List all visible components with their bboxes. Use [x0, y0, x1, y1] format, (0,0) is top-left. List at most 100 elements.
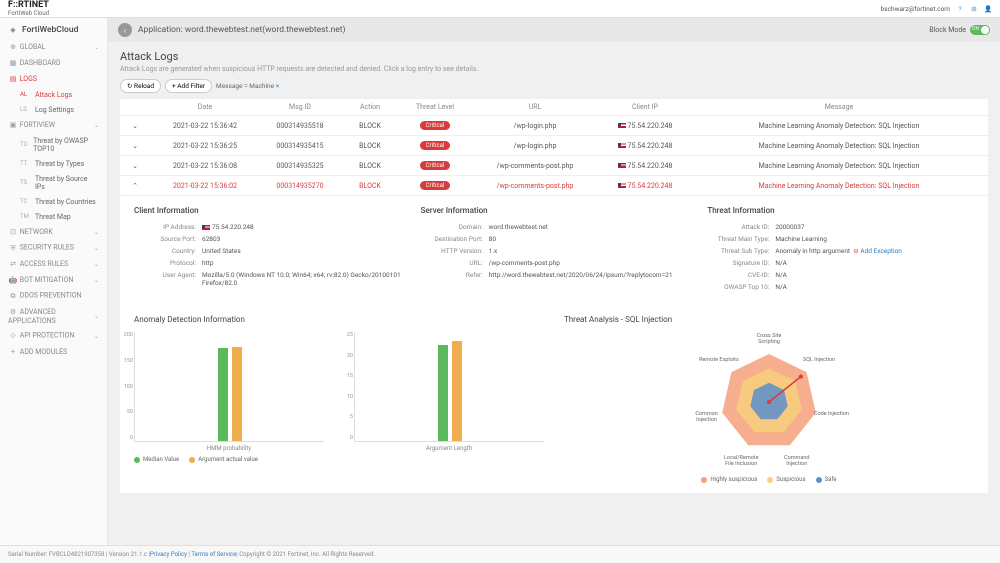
server-info-title: Server Information — [421, 206, 688, 215]
shield-icon: ⛨ — [8, 243, 18, 253]
server-info: Server Information Domain:word.thewebtes… — [421, 206, 688, 295]
col-header-url[interactable]: URL — [470, 103, 600, 111]
flag-us-icon — [618, 163, 626, 168]
sidebar-group-fortiview[interactable]: ▣ FORTIVIEW⌄ — [0, 117, 107, 133]
client-info-title: Client Information — [134, 206, 401, 215]
col-header-date[interactable]: Date — [150, 103, 260, 111]
access-icon: ⇄ — [8, 259, 18, 269]
sidebar-item-owasp[interactable]: TOThreat by OWASP TOP10 — [0, 133, 107, 156]
chevron-down-icon: ⌄ — [94, 313, 99, 320]
flag-us-icon — [618, 143, 626, 148]
ddos-icon: ⧉ — [8, 291, 18, 301]
page-description: Attack Logs are generated when suspiciou… — [120, 65, 988, 73]
chevron-down-icon: ⌄ — [94, 245, 99, 252]
block-mode: Block Mode ON — [929, 25, 990, 35]
footer: Serial Number: FVBCLD4821907358 | Versio… — [0, 545, 1000, 563]
back-button[interactable]: ‹ — [118, 23, 132, 37]
col-header-threat[interactable]: Threat Level — [400, 103, 470, 111]
logo: F::RTINET — [8, 0, 49, 10]
block-mode-label: Block Mode — [929, 26, 966, 34]
sidebar-group-access[interactable]: ⇄ ACCESS RULES⌄ — [0, 256, 107, 272]
sidebar-item-log-settings[interactable]: LSLog Settings — [0, 102, 107, 117]
advanced-icon: ⚙ — [8, 307, 18, 317]
api-icon: ⟐ — [8, 331, 18, 341]
sidebar-item-attack-logs[interactable]: ALAttack Logs — [0, 87, 107, 102]
app-icon: ◆ — [8, 25, 18, 35]
privacy-link[interactable]: Privacy Policy — [150, 551, 187, 558]
threat-analysis-title: Threat Analysis - SQL Injection — [564, 315, 974, 324]
sidebar-group-api[interactable]: ⟐ API PROTECTION⌄ — [0, 328, 107, 344]
logo-subtitle: FortiWeb Cloud — [8, 10, 49, 17]
sidebar-group-logs[interactable]: ▤ LOGS — [0, 71, 107, 87]
reload-button[interactable]: ↻ Reload — [120, 79, 161, 93]
log-row[interactable]: ⌄ 2021-03-22 15:36:25 000314935415 BLOCK… — [120, 135, 988, 155]
app-bar: ‹ Application: word.thewebtest.net(word.… — [108, 18, 1000, 42]
sidebar-item-map[interactable]: TMThreat Map — [0, 209, 107, 224]
user-icon[interactable]: 👤 — [984, 5, 992, 13]
threat-analysis-chart: Threat Analysis - SQL Injection Cross Si… — [564, 315, 974, 483]
content: ‹ Application: word.thewebtest.net(word.… — [108, 18, 1000, 545]
globe-icon: ⊕ — [8, 42, 18, 52]
anomaly-chart: Anomaly Detection Information 2001501005… — [134, 315, 544, 483]
logo-block: F::RTINET FortiWeb Cloud — [8, 0, 49, 17]
sidebar-item-types[interactable]: TTThreat by Types — [0, 156, 107, 171]
client-info: Client Information IP Address:75.54.220.… — [134, 206, 401, 295]
chevron-down-icon: ⌄ — [132, 142, 138, 150]
anomaly-title: Anomaly Detection Information — [134, 315, 544, 324]
sidebar-group-global[interactable]: ⊕ GLOBAL⌄ — [0, 39, 107, 55]
threat-info: Threat Information Attack ID:20000037 Th… — [707, 206, 974, 295]
chevron-down-icon: ⌄ — [94, 261, 99, 268]
chevron-up-icon: ⌃ — [132, 182, 138, 190]
filter-tag: Message = Machine × — [216, 82, 279, 90]
col-header-ip[interactable]: Client IP — [600, 103, 690, 111]
sidebar-group-add[interactable]: + ADD MODULES — [0, 344, 107, 360]
chevron-down-icon: ⌄ — [132, 162, 138, 170]
plus-icon: + — [8, 347, 18, 357]
sidebar-group-network[interactable]: ⊡ NETWORK⌄ — [0, 224, 107, 240]
log-row[interactable]: ⌄ 2021-03-22 15:36:08 000314935325 BLOCK… — [120, 155, 988, 175]
add-filter-button[interactable]: + Add Filter — [165, 79, 212, 93]
fortiview-icon: ▣ — [8, 120, 18, 130]
chevron-down-icon: ⌄ — [94, 333, 99, 340]
terms-link[interactable]: Terms of Service — [191, 551, 236, 558]
charts-panel: Anomaly Detection Information 2001501005… — [120, 305, 988, 493]
chevron-down-icon: ⌄ — [94, 44, 99, 51]
sidebar-title[interactable]: ◆FortiWebCloud — [0, 21, 107, 39]
chevron-down-icon: ⌄ — [132, 122, 138, 130]
sidebar-group-ddos[interactable]: ⧉ DDOS PREVENTION — [0, 288, 107, 304]
sidebar-group-advanced[interactable]: ⚙ ADVANCED APPLICATIONS⌄ — [0, 304, 107, 328]
sidebar-item-countries[interactable]: TCThreat by Countries — [0, 194, 107, 209]
sidebar-group-security[interactable]: ⛨ SECURITY RULES⌄ — [0, 240, 107, 256]
add-exception-link[interactable]: Add Exception — [860, 247, 902, 255]
chevron-down-icon: ⌄ — [94, 122, 99, 129]
sidebar-group-dashboard[interactable]: ▦ DASHBOARD — [0, 55, 107, 71]
help-icon[interactable]: ? — [956, 5, 964, 13]
network-icon: ⊡ — [8, 227, 18, 237]
logs-icon: ▤ — [8, 74, 18, 84]
grid-icon[interactable]: ⊞ — [970, 5, 978, 13]
flag-us-icon — [618, 123, 626, 128]
flag-us-icon — [618, 183, 626, 188]
log-row[interactable]: ⌃ 2021-03-22 15:36:02 000314935270 BLOCK… — [120, 175, 988, 195]
log-header: Date Msg ID Action Threat Level URL Clie… — [120, 99, 988, 115]
remove-filter-icon[interactable]: × — [276, 82, 279, 90]
threat-info-title: Threat Information — [707, 206, 974, 215]
top-header: F::RTINET FortiWeb Cloud bschwarz@fortin… — [0, 0, 1000, 18]
chevron-down-icon: ⌄ — [94, 229, 99, 236]
flag-us-icon — [202, 225, 210, 230]
sidebar-item-sourceip[interactable]: TSThreat by Source IPs — [0, 171, 107, 194]
sidebar: ◆FortiWebCloud ⊕ GLOBAL⌄ ▦ DASHBOARD ▤ L… — [0, 18, 108, 545]
col-header-msg[interactable]: Message — [690, 103, 988, 111]
log-table: Date Msg ID Action Threat Level URL Clie… — [120, 99, 988, 195]
log-row[interactable]: ⌄ 2021-03-22 15:36:42 000314935518 BLOCK… — [120, 115, 988, 135]
chevron-down-icon: ⌄ — [94, 277, 99, 284]
sidebar-group-bot[interactable]: 🤖 BOT MITIGATION⌄ — [0, 272, 107, 288]
block-mode-toggle[interactable]: ON — [970, 25, 990, 35]
app-title: Application: word.thewebtest.net(word.th… — [138, 25, 346, 35]
exception-icon: ⊖ — [853, 247, 858, 255]
user-email[interactable]: bschwarz@fortinet.com — [881, 5, 950, 13]
dashboard-icon: ▦ — [8, 58, 18, 68]
col-header-action[interactable]: Action — [340, 103, 400, 111]
col-header-msgid[interactable]: Msg ID — [260, 103, 340, 111]
bot-icon: 🤖 — [8, 275, 18, 285]
